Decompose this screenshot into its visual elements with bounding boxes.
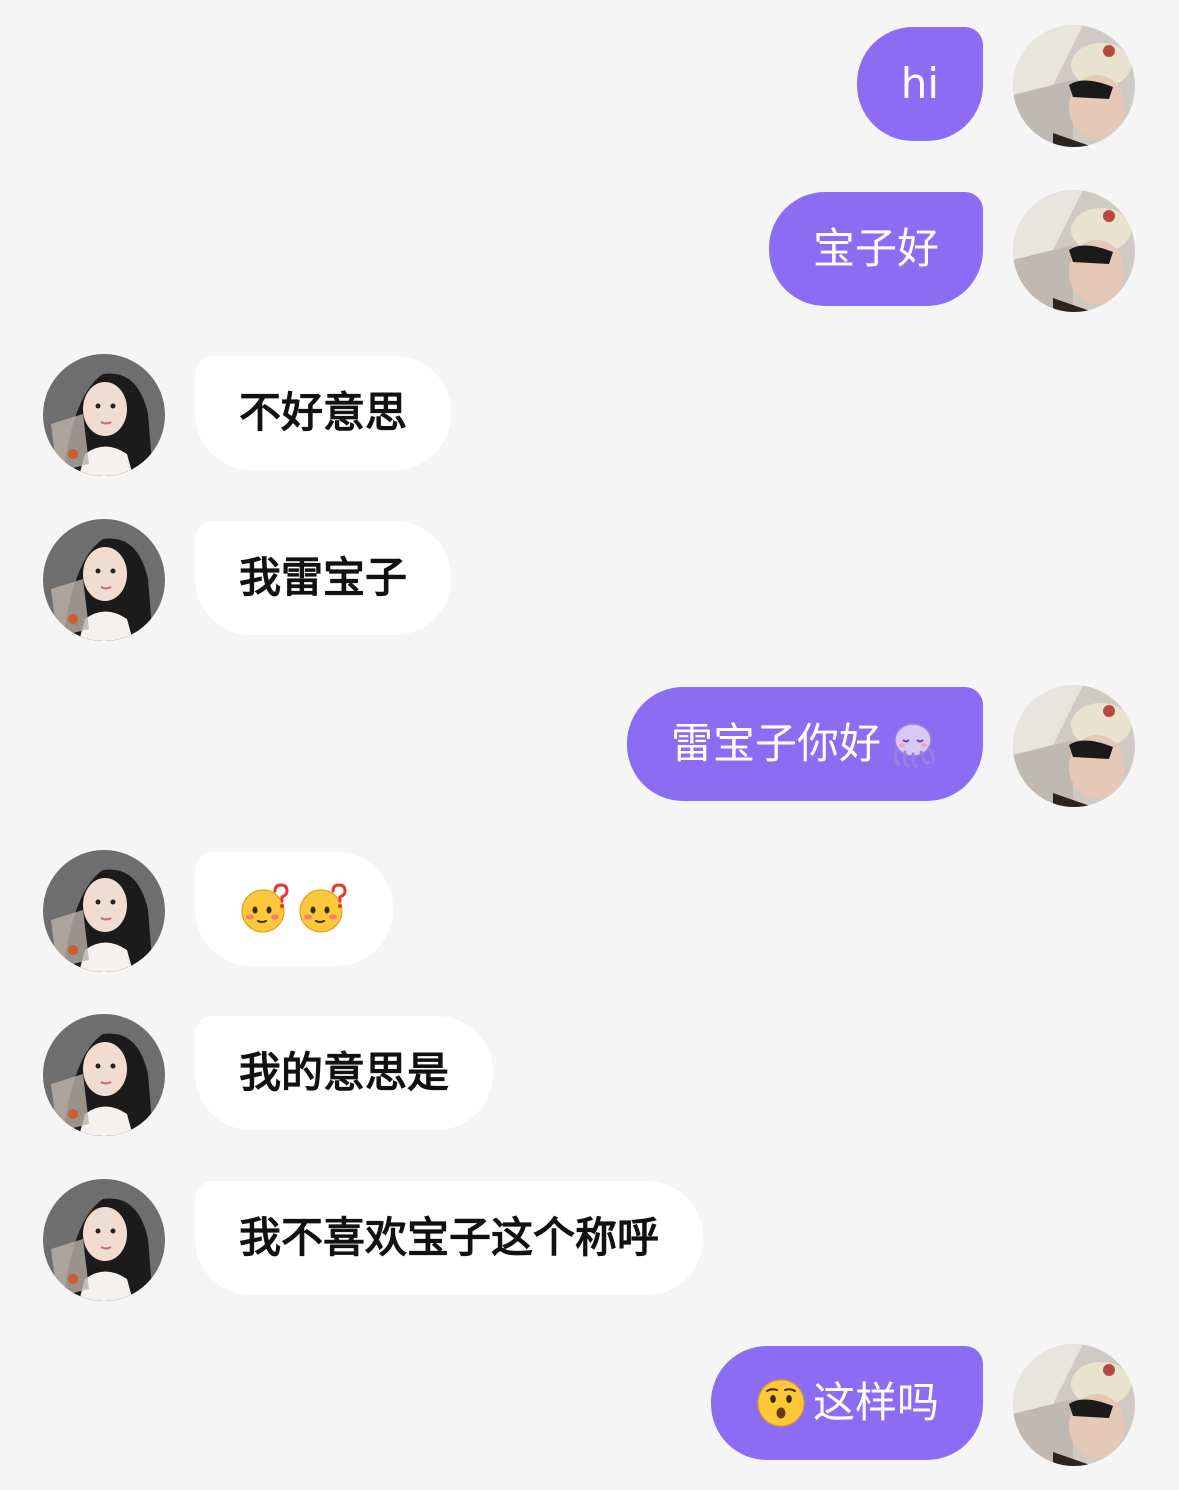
confused-face-emoji-icon <box>297 883 349 935</box>
message-row: 这样吗 <box>0 1344 1179 1468</box>
contact-avatar[interactable] <box>43 850 165 972</box>
message-row: 我的意思是 <box>0 1014 1179 1138</box>
message-bubble-received[interactable]: 不好意思 <box>195 356 452 470</box>
message-bubble-sent[interactable]: hi <box>856 27 983 141</box>
message-row: 我雷宝子 <box>0 519 1179 643</box>
contact-avatar[interactable] <box>43 1014 165 1136</box>
my-avatar[interactable] <box>1013 1344 1135 1466</box>
message-row: 我不喜欢宝子这个称呼 <box>0 1179 1179 1303</box>
message-text: 雷宝子你好 <box>670 719 881 768</box>
my-avatar[interactable] <box>1013 25 1135 147</box>
message-bubble-received[interactable]: 我的意思是 <box>195 1016 494 1130</box>
octopus-emoji-icon <box>887 718 939 770</box>
surprised-face-emoji-icon <box>755 1377 807 1429</box>
confused-face-emoji-icon <box>239 883 291 935</box>
message-row <box>0 850 1179 974</box>
message-bubble-received[interactable]: 我雷宝子 <box>195 521 452 635</box>
message-bubble-received[interactable]: 我不喜欢宝子这个称呼 <box>195 1181 704 1295</box>
message-row: 宝子好 <box>0 190 1179 314</box>
message-text: 不好意思 <box>239 388 408 437</box>
message-text: hi <box>900 59 939 108</box>
my-avatar[interactable] <box>1013 685 1135 807</box>
message-text: 我的意思是 <box>239 1048 450 1097</box>
message-row: 雷宝子你好 <box>0 685 1179 809</box>
message-row: 不好意思 <box>0 354 1179 478</box>
message-bubble-sent[interactable]: 这样吗 <box>710 1346 983 1460</box>
message-bubble-received[interactable] <box>195 852 393 966</box>
message-text: 我雷宝子 <box>239 553 408 602</box>
message-bubble-sent[interactable]: 宝子好 <box>768 192 983 306</box>
my-avatar[interactable] <box>1013 190 1135 312</box>
message-text: 我不喜欢宝子这个称呼 <box>239 1213 660 1262</box>
message-bubble-sent[interactable]: 雷宝子你好 <box>626 687 983 801</box>
message-text: 这样吗 <box>812 1378 939 1427</box>
message-row: hi <box>0 25 1179 149</box>
contact-avatar[interactable] <box>43 519 165 641</box>
contact-avatar[interactable] <box>43 1179 165 1301</box>
contact-avatar[interactable] <box>43 354 165 476</box>
message-text: 宝子好 <box>812 224 939 273</box>
